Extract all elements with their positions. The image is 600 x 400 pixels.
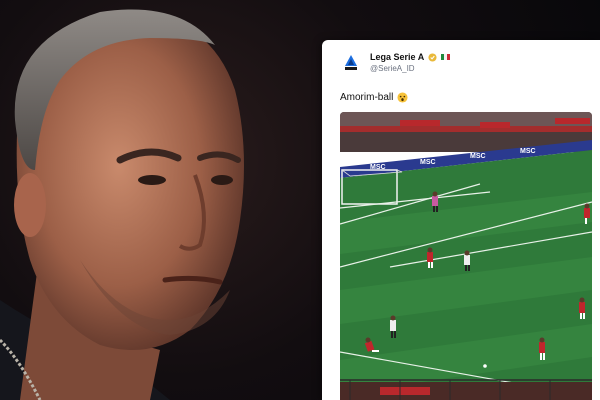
thumbnail-stage: Lega Serie A @SerieA_ID Amorim-ball MSC …	[0, 0, 600, 400]
ad-board-text: MSC	[420, 159, 436, 166]
tweet-header: Lega Serie A @SerieA_ID	[340, 52, 451, 74]
serie-a-logo-icon	[345, 55, 357, 70]
verified-badge-icon	[428, 52, 437, 62]
ad-board-text: MSC	[520, 148, 536, 155]
handle[interactable]: @SerieA_ID	[370, 64, 450, 73]
coach-portrait-image	[0, 9, 244, 400]
surprised-face-icon	[397, 92, 408, 103]
display-name[interactable]: Lega Serie A	[370, 52, 424, 62]
ball	[483, 364, 487, 368]
serie-a-logo-avatar[interactable]	[340, 52, 362, 74]
ad-board-text: MSC	[470, 153, 486, 160]
tweet-text-label: Amorim-ball	[340, 92, 394, 103]
tweet-card[interactable]: Lega Serie A @SerieA_ID Amorim-ball MSC …	[322, 40, 600, 400]
tweet-video-media[interactable]: MSC MSC MSC MSC	[340, 112, 592, 400]
tweet-text: Amorim-ball	[340, 92, 408, 103]
italy-flag-icon	[441, 54, 451, 60]
